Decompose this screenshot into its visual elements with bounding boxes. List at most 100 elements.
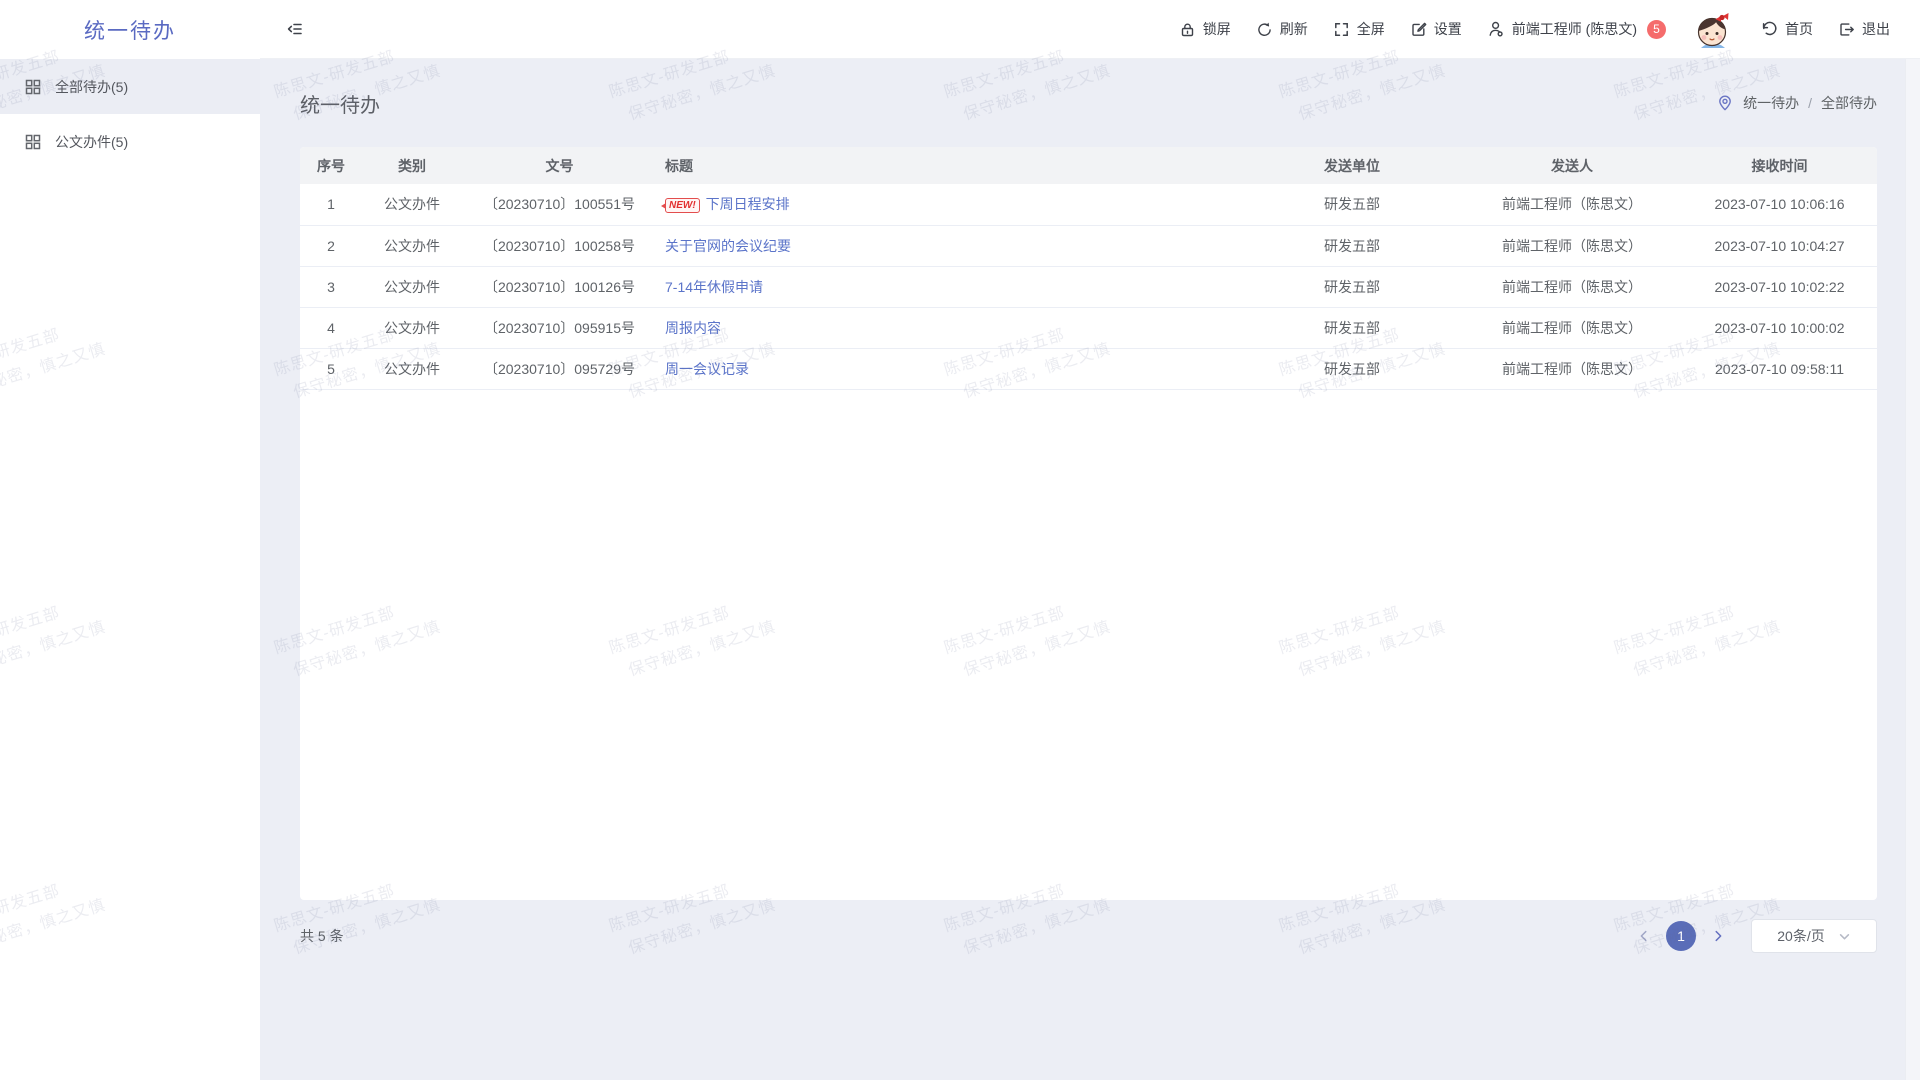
column-header: 序号 bbox=[300, 147, 362, 184]
title-cell: 周一会议记录 bbox=[657, 348, 1242, 389]
table-cell: 公文办件 bbox=[362, 184, 462, 225]
back-home-icon bbox=[1760, 20, 1778, 38]
title-cell: 7-14年休假申请 bbox=[657, 266, 1242, 307]
logout-label: 退出 bbox=[1862, 19, 1890, 39]
title-cell: 周报内容 bbox=[657, 307, 1242, 348]
scrollbar-track[interactable] bbox=[1905, 59, 1920, 1080]
title-cell: NEW! 下周日程安排 bbox=[657, 184, 1242, 225]
user-icon bbox=[1487, 20, 1505, 38]
total-count-label: 共 5 条 bbox=[300, 926, 344, 946]
page-number-button[interactable]: 1 bbox=[1666, 921, 1696, 951]
settings-label: 设置 bbox=[1434, 19, 1462, 39]
page-size-value: 20条/页 bbox=[1777, 926, 1824, 946]
column-header: 发送人 bbox=[1462, 147, 1682, 184]
table-row: 3公文办件〔20230710〕100126号7-14年休假申请研发五部前端工程师… bbox=[300, 266, 1877, 307]
fullscreen-button[interactable]: 全屏 bbox=[1333, 19, 1385, 39]
table-row: 5公文办件〔20230710〕095729号周一会议记录研发五部前端工程师（陈思… bbox=[300, 348, 1877, 389]
logout-button[interactable]: 退出 bbox=[1838, 19, 1890, 39]
doc-title-link[interactable]: 周一会议记录 bbox=[665, 361, 749, 377]
doc-title-link[interactable]: 7-14年休假申请 bbox=[665, 279, 763, 295]
table-body: 1公文办件〔20230710〕100551号NEW!下周日程安排研发五部前端工程… bbox=[300, 184, 1877, 389]
page-size-select[interactable]: 20条/页 bbox=[1751, 919, 1877, 953]
settings-button[interactable]: 设置 bbox=[1410, 19, 1462, 39]
refresh-label: 刷新 bbox=[1280, 19, 1308, 39]
column-header: 文号 bbox=[462, 147, 657, 184]
refresh-icon bbox=[1256, 21, 1273, 38]
table-cell: 前端工程师（陈思文） bbox=[1462, 184, 1682, 225]
home-button[interactable]: 首页 bbox=[1760, 19, 1813, 39]
table-cell: 3 bbox=[300, 266, 362, 307]
table-cell: 研发五部 bbox=[1242, 307, 1462, 348]
user-avatar[interactable] bbox=[1691, 7, 1735, 51]
lock-screen-button[interactable]: 锁屏 bbox=[1179, 19, 1231, 39]
table-footer: 共 5 条 1 20条/页 bbox=[300, 919, 1877, 953]
title-cell: 关于官网的会议纪要 bbox=[657, 225, 1242, 266]
home-label: 首页 bbox=[1785, 19, 1813, 39]
table-cell: 研发五部 bbox=[1242, 225, 1462, 266]
table-cell: 公文办件 bbox=[362, 225, 462, 266]
prev-page-button[interactable] bbox=[1633, 921, 1655, 951]
table-row: 2公文办件〔20230710〕100258号关于官网的会议纪要 研发五部前端工程师… bbox=[300, 225, 1877, 266]
table-cell: 4 bbox=[300, 307, 362, 348]
table-cell: 研发五部 bbox=[1242, 266, 1462, 307]
table-cell: 前端工程师（陈思文） bbox=[1462, 266, 1682, 307]
app-logo-title: 统一待办 bbox=[0, 0, 260, 59]
grid-icon bbox=[24, 78, 42, 96]
table-row: 4公文办件〔20230710〕095915号周报内容研发五部前端工程师（陈思文）… bbox=[300, 307, 1877, 348]
sidebar-item[interactable]: 公文办件(5) bbox=[0, 114, 260, 169]
breadcrumb-separator: / bbox=[1808, 95, 1812, 111]
sidebar-item-label: 全部待办(5) bbox=[55, 77, 128, 97]
doc-title-link[interactable]: 下周日程安排 bbox=[706, 196, 790, 212]
table-cell: 2023-07-10 10:04:27 bbox=[1682, 225, 1877, 266]
fullscreen-icon bbox=[1333, 21, 1350, 38]
notification-badge: 5 bbox=[1647, 20, 1666, 39]
refresh-button[interactable]: 刷新 bbox=[1256, 19, 1308, 39]
table-cell: 2023-07-10 09:58:11 bbox=[1682, 348, 1877, 389]
page-title: 统一待办 bbox=[300, 89, 380, 118]
location-pin-icon bbox=[1716, 94, 1734, 112]
next-page-button[interactable] bbox=[1707, 921, 1729, 951]
user-name-label: 前端工程师 (陈思文) bbox=[1512, 19, 1637, 39]
todo-table: 序号类别文号标题发送单位发送人接收时间 1公文办件〔20230710〕10055… bbox=[300, 147, 1877, 390]
doc-title-link[interactable]: 关于官网的会议纪要 bbox=[665, 238, 791, 254]
fullscreen-label: 全屏 bbox=[1357, 19, 1385, 39]
lock-screen-label: 锁屏 bbox=[1203, 19, 1231, 39]
table-header-row: 序号类别文号标题发送单位发送人接收时间 bbox=[300, 147, 1877, 184]
collapse-sidebar-button[interactable] bbox=[286, 20, 304, 38]
fold-icon bbox=[286, 20, 304, 38]
sidebar: 统一待办 全部待办(5) 公文办件(5) bbox=[0, 0, 260, 1080]
breadcrumb: 统一待办 / 全部待办 bbox=[1716, 93, 1877, 113]
breadcrumb-root[interactable]: 统一待办 bbox=[1743, 93, 1799, 113]
table-cell: 2023-07-10 10:02:22 bbox=[1682, 266, 1877, 307]
table-cell: 前端工程师（陈思文） bbox=[1462, 307, 1682, 348]
todo-table-card: 序号类别文号标题发送单位发送人接收时间 1公文办件〔20230710〕10055… bbox=[300, 147, 1877, 900]
table-cell: 2 bbox=[300, 225, 362, 266]
table-cell: 5 bbox=[300, 348, 362, 389]
chevron-down-icon bbox=[1838, 930, 1851, 943]
table-cell: 前端工程师（陈思文） bbox=[1462, 348, 1682, 389]
doc-title-link[interactable]: 周报内容 bbox=[665, 320, 721, 336]
table-cell: 公文办件 bbox=[362, 348, 462, 389]
topbar-actions: 锁屏 刷新 全屏 bbox=[1179, 7, 1890, 51]
pagination: 1 20条/页 bbox=[1633, 919, 1877, 953]
table-cell: 〔20230710〕100551号 bbox=[462, 184, 657, 225]
sidebar-item[interactable]: 全部待办(5) bbox=[0, 59, 260, 114]
table-cell: 2023-07-10 10:06:16 bbox=[1682, 184, 1877, 225]
sidebar-menu: 全部待办(5) 公文办件(5) bbox=[0, 59, 260, 169]
grid-icon bbox=[24, 133, 42, 151]
new-badge: NEW! bbox=[665, 198, 700, 213]
settings-icon bbox=[1410, 21, 1427, 38]
table-cell: 1 bbox=[300, 184, 362, 225]
table-cell: 〔20230710〕100258号 bbox=[462, 225, 657, 266]
column-header: 类别 bbox=[362, 147, 462, 184]
column-header: 接收时间 bbox=[1682, 147, 1877, 184]
main-content: 统一待办 统一待办 / 全部待办 序号类别文号标题发送单位发送人接收时间 1公文… bbox=[260, 59, 1905, 1080]
table-cell: 前端工程师（陈思文） bbox=[1462, 225, 1682, 266]
table-cell: 〔20230710〕100126号 bbox=[462, 266, 657, 307]
logout-icon bbox=[1838, 21, 1855, 38]
table-row: 1公文办件〔20230710〕100551号NEW!下周日程安排研发五部前端工程… bbox=[300, 184, 1877, 225]
table-cell: 公文办件 bbox=[362, 307, 462, 348]
table-cell: 研发五部 bbox=[1242, 348, 1462, 389]
topbar: 锁屏 刷新 全屏 bbox=[260, 0, 1920, 59]
user-menu[interactable]: 前端工程师 (陈思文) 5 bbox=[1487, 19, 1666, 39]
